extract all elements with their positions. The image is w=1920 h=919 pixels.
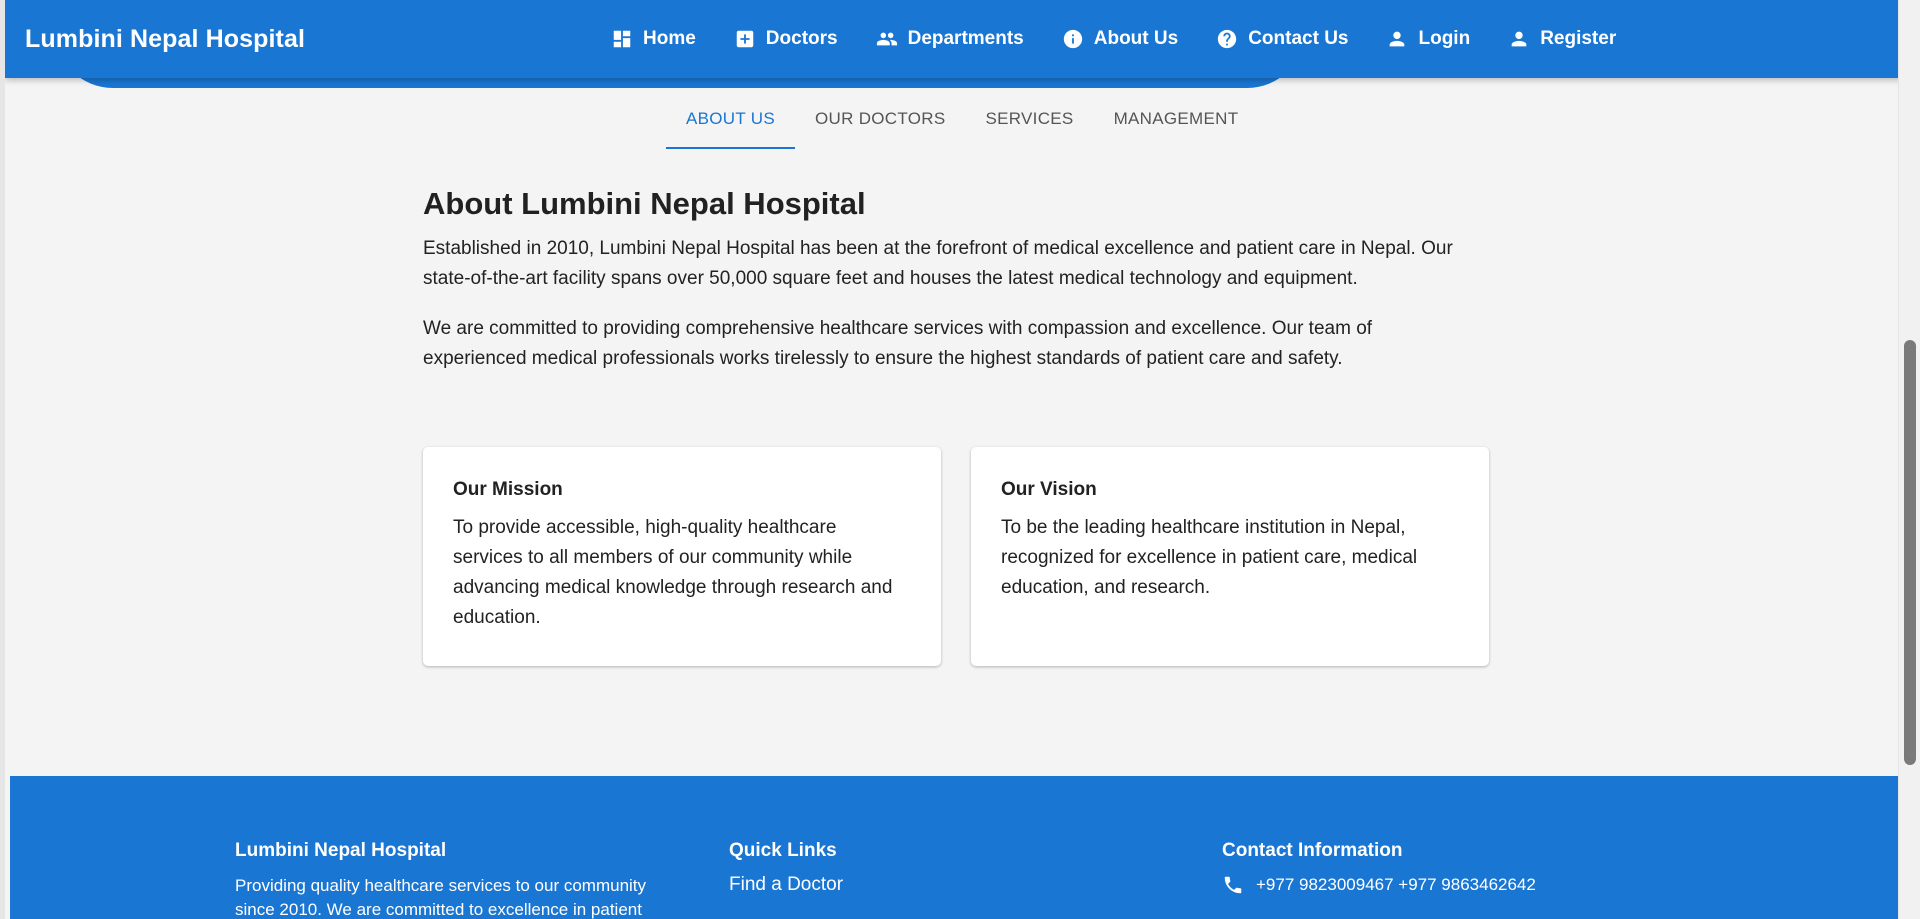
nav-departments[interactable]: Departments xyxy=(876,24,1024,54)
mission-vision-cards: Our Mission To provide accessible, high-… xyxy=(423,447,1519,666)
scrollbar-thumb[interactable] xyxy=(1904,340,1916,765)
footer-about: Lumbini Nepal Hospital Providing quality… xyxy=(235,840,685,919)
person-icon xyxy=(1511,31,1527,47)
footer-about-title: Lumbini Nepal Hospital xyxy=(235,840,447,861)
footer-contact: Contact Information +977 9823009467 +977… xyxy=(1222,840,1536,896)
nav-doctors[interactable]: Doctors xyxy=(734,24,838,54)
footer-phone: +977 9823009467 +977 9863462642 xyxy=(1222,874,1536,896)
nav-register-label: Register xyxy=(1540,28,1617,49)
mission-title: Our Mission xyxy=(453,479,563,500)
footer-phone-text: +977 9823009467 +977 9863462642 xyxy=(1256,875,1536,894)
tab-management[interactable]: MANAGEMENT xyxy=(1094,101,1259,149)
nav-about-us-label: About Us xyxy=(1093,28,1179,49)
person-icon xyxy=(1390,31,1405,47)
help-icon xyxy=(1218,29,1237,49)
vision-title: Our Vision xyxy=(1001,479,1097,500)
dashboard-icon xyxy=(613,30,631,48)
phone-icon xyxy=(1224,876,1242,894)
nav-login[interactable]: Login xyxy=(1386,24,1470,54)
tab-services[interactable]: SERVICES xyxy=(966,101,1094,149)
medical-plus-icon xyxy=(736,30,754,48)
footer-quick-links: Quick Links Find a Doctor xyxy=(729,840,843,896)
footer-link-find-doctor[interactable]: Find a Doctor xyxy=(729,874,843,896)
vision-card: Our Vision To be the leading healthcare … xyxy=(971,447,1489,666)
about-paragraph-2: We are committed to providing comprehens… xyxy=(423,318,1373,369)
footer-contact-title: Contact Information xyxy=(1222,840,1403,861)
info-icon xyxy=(1063,29,1082,49)
about-paragraph-1: Established in 2010, Lumbini Nepal Hospi… xyxy=(423,238,1453,289)
about-section: About Lumbini Nepal Hospital Established… xyxy=(423,186,1493,394)
tab-about-us[interactable]: ABOUT US xyxy=(666,101,795,149)
nav-home[interactable]: Home xyxy=(611,24,696,54)
brand-title[interactable]: Lumbini Nepal Hospital xyxy=(25,25,305,54)
app-bar: Lumbini Nepal Hospital Home Doctors Depa… xyxy=(5,0,1898,78)
site-footer: Lumbini Nepal Hospital Providing quality… xyxy=(10,776,1898,919)
nav-departments-label: Departments xyxy=(907,28,1024,49)
nav-contact-us-label: Contact Us xyxy=(1248,28,1349,49)
footer-links-title: Quick Links xyxy=(729,840,837,861)
nav-doctors-label: Doctors xyxy=(765,28,838,49)
nav-about-us[interactable]: About Us xyxy=(1062,24,1178,54)
nav-home-label: Home xyxy=(643,28,696,49)
page-title: About Lumbini Nepal Hospital xyxy=(423,186,866,221)
footer-about-text: Providing quality healthcare services to… xyxy=(235,876,647,919)
page-scrollbar[interactable] xyxy=(1898,0,1920,919)
nav-login-label: Login xyxy=(1418,28,1471,49)
nav-contact-us[interactable]: Contact Us xyxy=(1216,24,1348,54)
people-icon xyxy=(876,32,897,46)
vision-text: To be the leading healthcare institution… xyxy=(1001,517,1418,598)
mission-card: Our Mission To provide accessible, high-… xyxy=(423,447,941,666)
nav-register[interactable]: Register xyxy=(1508,24,1616,54)
tab-our-doctors[interactable]: OUR DOCTORS xyxy=(795,101,966,149)
page-viewport: Lumbini Nepal Hospital Home Doctors Depa… xyxy=(0,0,1898,919)
main-nav: Home Doctors Departments About Us Contac… xyxy=(611,24,1654,54)
mission-text: To provide accessible, high-quality heal… xyxy=(453,517,893,628)
about-tabs: ABOUT US OUR DOCTORS SERVICES MANAGEMENT xyxy=(666,101,1258,149)
